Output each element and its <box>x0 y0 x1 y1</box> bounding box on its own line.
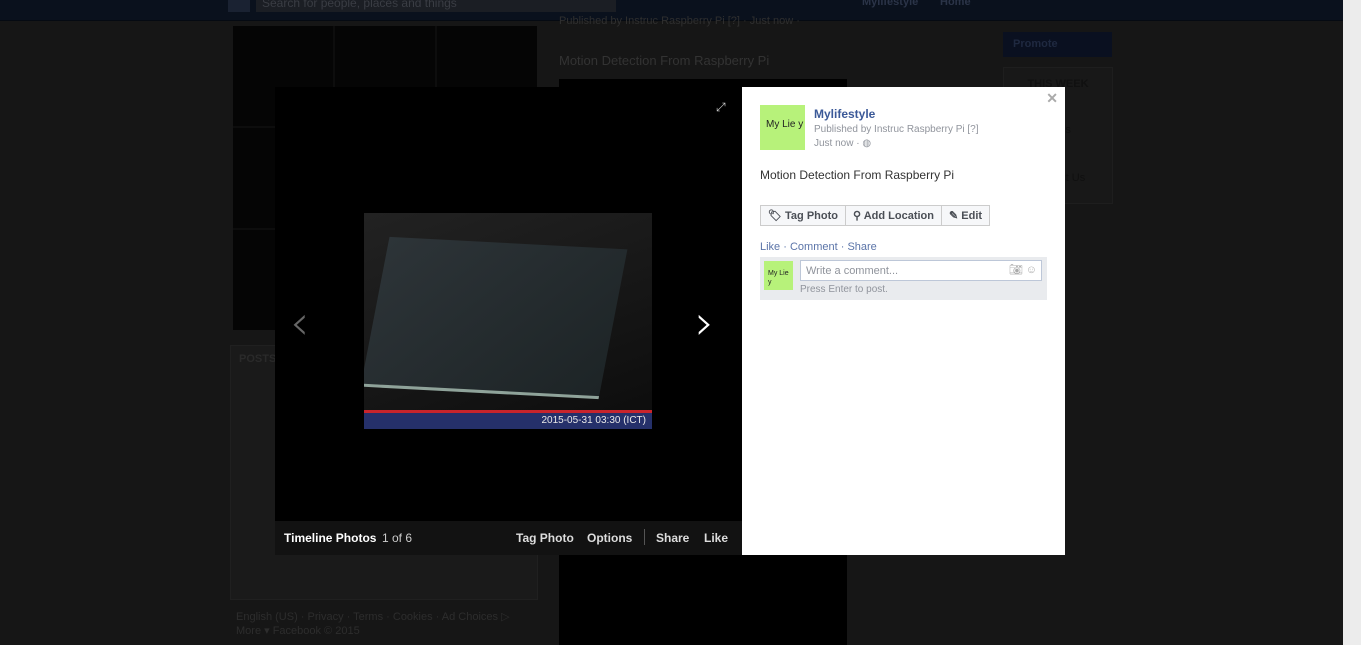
viewer-toolbar: Timeline Photos 1 of 6 Tag Photo Options… <box>275 521 742 555</box>
bg-post-meta: Published by Instruc Raspberry Pi [?] · … <box>559 15 800 27</box>
divider <box>644 529 645 545</box>
bg-post-title: Motion Detection From Raspberry Pi <box>559 53 770 68</box>
post-time[interactable]: Just now · ◍ <box>814 138 871 149</box>
search-input[interactable]: Search for people, places and things <box>256 0 616 12</box>
comment-box: My Lie y Write a comment... 📷︎ ☺ Press En… <box>760 257 1047 300</box>
avatar[interactable]: My Lie y <box>760 105 805 150</box>
edit-label: Edit <box>961 210 983 222</box>
photo-sidebar: ✕ My Lie y Mylifestyle Published by Inst… <box>742 87 1065 555</box>
photo-timestamp: 2015-05-31 03:30 (ICT) <box>364 413 652 429</box>
photo: 2015-05-31 03:30 (ICT) <box>364 213 652 429</box>
post-actions: Like · Comment · Share <box>760 241 877 253</box>
like-link[interactable]: Like <box>760 241 780 253</box>
photo-counter: 1 of 6 <box>382 531 413 545</box>
location-pin-icon: ⚲ <box>853 210 862 222</box>
home-link[interactable]: Home <box>940 0 971 8</box>
photo-actions: 🏷 Tag Photo ⚲ Add Location ✎ Edit <box>760 205 991 226</box>
add-location-label: Add Location <box>863 210 934 222</box>
camera-icon[interactable]: 📷︎ ☺ <box>1009 263 1037 276</box>
facebook-logo-icon[interactable] <box>228 0 250 12</box>
comment-placeholder: Write a comment... <box>806 265 899 277</box>
promote-button[interactable]: Promote <box>1003 32 1112 57</box>
tag-photo-link[interactable]: Tag Photo <box>516 531 574 545</box>
published-by[interactable]: Published by Instruc Raspberry Pi [?] <box>814 124 979 135</box>
globe-icon: ◍ <box>862 138 872 149</box>
close-icon[interactable]: ✕ <box>1046 90 1058 107</box>
scrollbar[interactable] <box>1343 0 1361 645</box>
options-link[interactable]: Options <box>587 531 632 545</box>
pencil-icon: ✎ <box>949 210 959 222</box>
tag-photo-button[interactable]: 🏷 Tag Photo <box>761 206 846 225</box>
page-name[interactable]: Mylifestyle <box>814 107 875 121</box>
profile-link[interactable]: Mylifestyle <box>862 0 918 8</box>
expand-icon[interactable]: ⤢ <box>716 100 726 115</box>
comment-link[interactable]: Comment <box>790 241 838 253</box>
commenter-avatar: My Lie y <box>764 261 793 290</box>
album-name[interactable]: Timeline Photos <box>284 531 376 545</box>
comment-input[interactable]: Write a comment... 📷︎ ☺ <box>800 260 1042 281</box>
tag-icon: 🏷 <box>768 210 782 222</box>
edit-button[interactable]: ✎ Edit <box>942 206 990 225</box>
share-link[interactable]: Share <box>656 531 689 545</box>
next-arrow-icon[interactable]: › <box>695 299 714 347</box>
caption: Motion Detection From Raspberry Pi <box>760 168 955 182</box>
posts-label: POSTS <box>239 353 277 365</box>
like-link[interactable]: Like <box>704 531 728 545</box>
monitor-image <box>364 236 628 400</box>
previous-arrow-icon[interactable]: ‹ <box>290 299 309 347</box>
tag-photo-label: Tag Photo <box>785 210 838 222</box>
add-location-button[interactable]: ⚲ Add Location <box>846 206 942 225</box>
post-time-text[interactable]: Just now · <box>814 138 860 149</box>
share-link[interactable]: Share <box>847 241 876 253</box>
press-enter-hint: Press Enter to post. <box>800 284 888 295</box>
photo-viewer: ⤢ ‹ › 2015-05-31 03:30 (ICT) Timeline Ph… <box>275 87 742 555</box>
footer-links[interactable]: English (US) · Privacy · Terms · Cookies… <box>236 610 536 638</box>
